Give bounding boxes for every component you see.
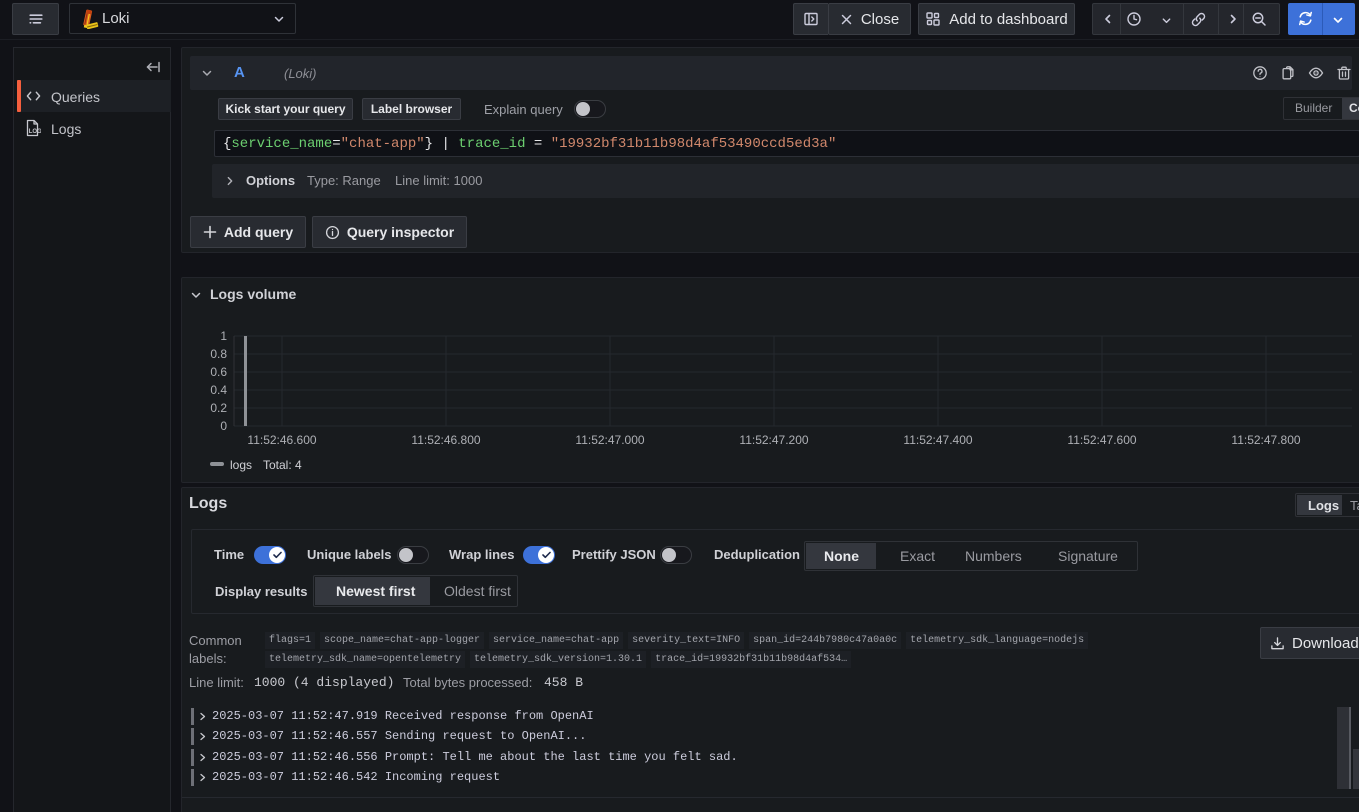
svg-text:11:52:47.400: 11:52:47.400 [903, 433, 973, 447]
svg-text:logs: logs [230, 458, 252, 472]
svg-text:0.4: 0.4 [210, 383, 227, 397]
svg-text:11:52:47.200: 11:52:47.200 [739, 433, 809, 447]
svg-text:0: 0 [220, 419, 227, 433]
svg-text:11:52:47.000: 11:52:47.000 [575, 433, 645, 447]
svg-text:11:52:46.600: 11:52:46.600 [247, 433, 317, 447]
svg-text:11:52:47.800: 11:52:47.800 [1231, 433, 1301, 447]
svg-text:0.8: 0.8 [210, 347, 227, 361]
svg-text:11:52:46.800: 11:52:46.800 [411, 433, 481, 447]
svg-text:0.2: 0.2 [210, 401, 227, 415]
svg-text:1: 1 [220, 329, 227, 343]
svg-text:LOG: LOG [29, 129, 41, 135]
svg-text:0.6: 0.6 [210, 365, 227, 379]
svg-text:Total: 4: Total: 4 [263, 458, 302, 472]
svg-text:11:52:47.600: 11:52:47.600 [1067, 433, 1137, 447]
